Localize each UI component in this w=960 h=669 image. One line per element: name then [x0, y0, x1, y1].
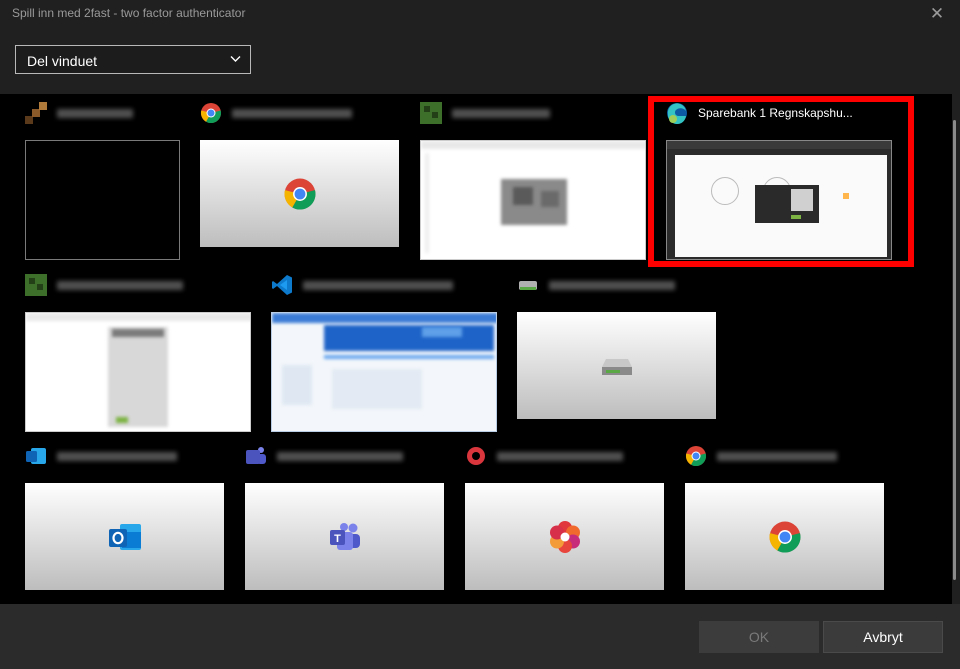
outlook-icon: [108, 523, 141, 550]
window-thumbnail: [666, 140, 892, 260]
title-bar: Spill inn med 2fast - two factor authent…: [0, 0, 960, 28]
chevron-down-icon: [230, 56, 241, 62]
minecraft-icon: [420, 102, 442, 124]
window-thumbnail: [420, 140, 646, 260]
ok-button[interactable]: OK: [699, 621, 819, 653]
share-mode-dropdown[interactable]: Del vinduet: [15, 45, 251, 74]
minecraft-icon: [25, 274, 47, 296]
window-thumbnail: [200, 140, 399, 247]
window-thumbnail: [517, 312, 716, 419]
vscode-icon: [272, 275, 292, 295]
window-thumbnail: [685, 483, 884, 590]
cancel-button[interactable]: Avbryt: [823, 621, 943, 653]
window-thumbnail: [271, 312, 497, 432]
window-picker-grid: Sparebank 1 Regnskapshu... T: [0, 94, 952, 604]
minecraft-icon: [25, 102, 47, 124]
office-icon: [467, 447, 485, 465]
teams-icon: T: [329, 522, 360, 550]
outlook-icon: [26, 448, 46, 464]
window-thumbnail: T: [245, 483, 444, 590]
window-title-label: Sparebank 1 Regnskapshu...: [698, 106, 853, 120]
close-icon[interactable]: ✕: [926, 4, 948, 24]
drive-icon: [519, 281, 537, 290]
chrome-icon: [284, 178, 316, 210]
chrome-icon: [200, 103, 222, 124]
window-thumbnail: [25, 483, 224, 590]
office-icon: [549, 520, 580, 553]
grid-scrollbar[interactable]: [953, 120, 956, 580]
window-title: Spill inn med 2fast - two factor authent…: [12, 6, 246, 20]
chrome-icon: [769, 521, 801, 553]
window-thumbnail: [25, 312, 251, 432]
window-thumbnail: [25, 140, 180, 260]
drive-icon: [601, 358, 632, 375]
share-mode-selected: Del vinduet: [27, 53, 98, 69]
teams-icon: [246, 447, 266, 464]
chrome-icon: [685, 446, 707, 467]
svg-text:T: T: [334, 533, 341, 545]
edge-icon: [667, 103, 687, 124]
window-thumbnail: [465, 483, 664, 590]
